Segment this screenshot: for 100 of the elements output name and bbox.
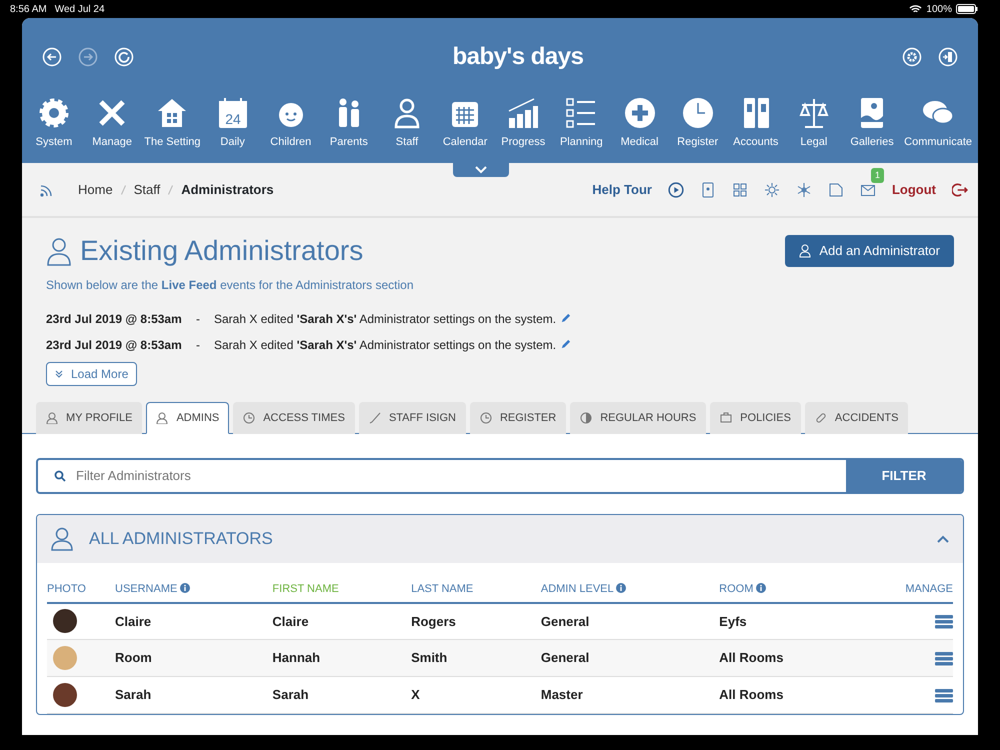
list-icon[interactable] <box>935 688 953 703</box>
avatar <box>53 683 77 708</box>
breadcrumb-separator <box>168 184 174 194</box>
column-header[interactable]: ADMIN LEVEL <box>540 577 720 603</box>
module-button[interactable]: Calendar <box>439 96 492 150</box>
module-button[interactable]: Planning <box>555 96 608 150</box>
intro-text: Shown below are the Live Feed events for the Administrators section <box>46 276 415 294</box>
pencil-icon[interactable] <box>560 313 572 324</box>
module-button[interactable]: 24 Daily <box>206 96 259 150</box>
feed-icon <box>40 182 54 196</box>
module-button[interactable]: Legal <box>788 96 840 150</box>
person-icon <box>799 244 812 258</box>
module-button[interactable]: Staff <box>381 96 434 150</box>
table-cell: Sarah <box>272 676 412 714</box>
tab[interactable]: STAFF ISIGN <box>358 402 466 434</box>
module-button[interactable]: Medical <box>614 96 666 150</box>
feed-separator: - <box>196 310 201 328</box>
column-header[interactable]: PHOTO <box>47 577 115 603</box>
avatar <box>53 609 77 634</box>
gear-icon <box>37 96 71 130</box>
back-icon[interactable] <box>42 47 62 67</box>
breadcrumb-link[interactable]: Home <box>78 180 113 200</box>
play-icon[interactable] <box>668 182 684 198</box>
table-cell: All Rooms <box>719 640 854 677</box>
column-header[interactable]: FIRST NAME <box>272 577 412 603</box>
info-icon <box>756 583 766 594</box>
envelope-icon[interactable] <box>860 182 876 198</box>
feed-separator: - <box>196 336 201 354</box>
sun-icon[interactable] <box>764 182 780 198</box>
medical-cross-icon <box>622 96 657 130</box>
help-tour-link[interactable]: Help Tour <box>592 180 652 200</box>
id-card-icon[interactable] <box>700 182 716 198</box>
status-date: Wed Jul 24 <box>54 2 105 16</box>
tab[interactable]: POLICIES <box>710 402 801 434</box>
logout-link[interactable]: Logout <box>892 180 936 200</box>
list-icon[interactable] <box>935 615 953 630</box>
avatar <box>53 646 77 670</box>
table-cell: X <box>411 676 541 714</box>
bar-chart-icon <box>506 96 540 130</box>
module-button[interactable]: Register <box>672 96 724 150</box>
column-header[interactable]: ROOM <box>719 577 854 603</box>
table-cell: Room <box>115 640 272 677</box>
table-cell: Hannah <box>272 640 412 677</box>
person-icon <box>51 527 73 552</box>
tab[interactable]: ACCESS TIMES <box>233 402 355 434</box>
snowflake-icon[interactable] <box>796 182 812 198</box>
feed-text: Sarah X edited 'Sarah X's' Administrator settings on the system. <box>214 310 556 328</box>
expand-menu-button[interactable] <box>453 163 509 177</box>
list-icon[interactable] <box>935 652 953 666</box>
column-header[interactable]: MANAGE <box>853 577 953 603</box>
module-button[interactable]: Communicate <box>904 96 972 150</box>
grid-icon[interactable] <box>732 182 748 198</box>
table-cell: Sarah <box>115 676 272 714</box>
breadcrumb-current: Administrators <box>181 180 274 199</box>
breadcrumb-separator <box>120 184 126 194</box>
filter-button[interactable]: FILTER <box>846 460 962 492</box>
forward-icon[interactable] <box>78 47 98 67</box>
add-administrator-button[interactable]: Add an Administrator <box>785 235 954 267</box>
person-icon <box>156 412 168 424</box>
scales-icon <box>796 96 831 130</box>
filter-field[interactable]: Filter Administrators FILTER <box>36 458 964 494</box>
chevron-down-icon <box>475 166 487 174</box>
tab[interactable]: REGULAR HOURS <box>570 402 706 434</box>
column-header[interactable]: USERNAME <box>115 577 272 603</box>
column-header[interactable]: LAST NAME <box>411 577 541 603</box>
clock-icon <box>480 412 492 424</box>
logout-icon[interactable] <box>952 182 968 198</box>
module-button[interactable]: Parents <box>322 96 375 150</box>
settings-icon[interactable] <box>902 47 922 67</box>
exit-icon[interactable] <box>938 47 958 67</box>
feed-time: 23rd Jul 2019 @ 8:53am <box>46 336 183 354</box>
status-time: 8:56 AM <box>10 2 47 16</box>
person-icon <box>46 236 72 266</box>
person-icon <box>46 412 58 424</box>
pencil-icon[interactable] <box>560 339 572 350</box>
refresh-icon[interactable] <box>114 47 134 67</box>
wifi-icon <box>909 4 922 14</box>
panel-title: ALL ADMINISTRATORS <box>89 528 273 550</box>
module-button[interactable]: Accounts <box>730 96 782 150</box>
tab[interactable]: REGISTER <box>470 402 566 434</box>
module-button[interactable]: Galleries <box>846 96 898 150</box>
logo: baby's days <box>452 42 584 72</box>
load-more-button[interactable]: Load More <box>46 362 138 386</box>
info-icon <box>180 583 190 594</box>
search-icon <box>54 470 66 482</box>
module-button[interactable]: Progress <box>497 96 550 150</box>
module-button[interactable]: Manage <box>86 96 138 150</box>
tab[interactable]: ADMINS <box>146 402 230 434</box>
breadcrumb-link[interactable]: Staff <box>134 180 160 200</box>
tab[interactable]: ACCIDENTS <box>804 402 908 434</box>
module-button[interactable]: Children <box>264 96 317 150</box>
tab[interactable]: MY PROFILE <box>36 402 142 434</box>
document-icon[interactable] <box>828 182 844 198</box>
module-button[interactable]: System <box>28 96 80 150</box>
chevron-up-icon[interactable] <box>937 535 949 544</box>
battery-icon <box>956 4 978 14</box>
module-button[interactable]: The Setting <box>144 96 201 150</box>
briefcase-icon <box>720 412 732 424</box>
clock-icon <box>680 96 715 130</box>
table-cell: General <box>540 640 720 677</box>
